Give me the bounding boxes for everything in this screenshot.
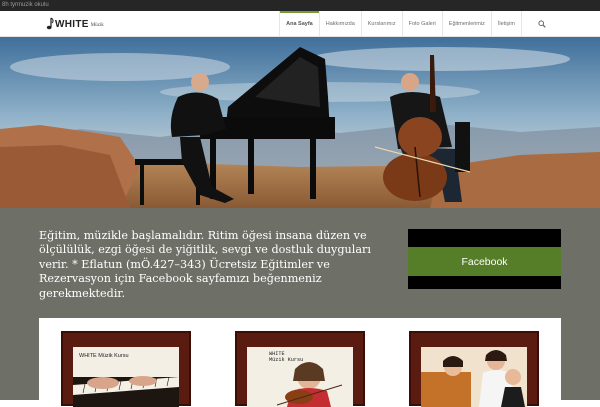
card-title: WHITE Müzik Kursu xyxy=(79,353,129,359)
main-nav: Ana Sayfa Hakkımızda Kurslarımız Foto Ga… xyxy=(279,11,561,36)
card-title: WHITE Müzik Kursu xyxy=(269,351,303,363)
gallery-card-piano[interactable]: WHITE Müzik Kursu xyxy=(61,331,191,407)
site-logo[interactable]: WHITE Müzik xyxy=(46,16,104,32)
gallery-card-image: WHITE Müzik Kursu xyxy=(247,347,353,407)
music-lesson-image xyxy=(421,347,527,407)
nav-item-instructors[interactable]: Eğitmenlerimiz xyxy=(441,11,491,36)
top-bar: 8h tyrmuzik okulu xyxy=(0,0,600,11)
intro-quote: Eğitim, müzikle başlamalıdır. Ritim öğes… xyxy=(39,229,371,300)
card-title-line2: Müzik Kursu xyxy=(269,357,304,363)
hero-image xyxy=(0,37,600,208)
gallery-card-violin[interactable]: WHITE Müzik Kursu xyxy=(235,331,365,407)
nav-item-about[interactable]: Hakkımızda xyxy=(318,11,361,36)
nav-item-home[interactable]: Ana Sayfa xyxy=(279,11,319,36)
search-icon xyxy=(537,19,546,28)
nav-item-courses[interactable]: Kurslarımız xyxy=(360,11,402,36)
top-bar-text: 8h tyrmuzik okulu xyxy=(2,2,49,8)
gallery-section: WHITE Müzik Kursu WHITE Müzik Kursu xyxy=(0,318,600,407)
logo-subtext: Müzik xyxy=(90,23,104,28)
nav-search-button[interactable] xyxy=(521,11,561,36)
facebook-widget: Facebook xyxy=(408,229,561,289)
facebook-button[interactable]: Facebook xyxy=(408,247,561,276)
gallery-card-lesson[interactable] xyxy=(409,331,539,407)
intro-section: Eğitim, müzikle başlamalıdır. Ritim öğes… xyxy=(0,208,600,318)
site-header: WHITE Müzik Ana Sayfa Hakkımızda Kurslar… xyxy=(0,11,600,37)
hero-photo-piano-cello xyxy=(0,37,600,208)
gallery-card-image xyxy=(421,347,527,407)
gallery-card-image: WHITE Müzik Kursu xyxy=(73,347,179,407)
logo-text: WHITE xyxy=(55,18,89,30)
gallery-panel: WHITE Müzik Kursu WHITE Müzik Kursu xyxy=(39,318,561,407)
nav-item-contact[interactable]: İletişim xyxy=(490,11,521,36)
music-note-icon xyxy=(46,17,54,30)
nav-item-photo-gallery[interactable]: Foto Galeri xyxy=(401,11,442,36)
